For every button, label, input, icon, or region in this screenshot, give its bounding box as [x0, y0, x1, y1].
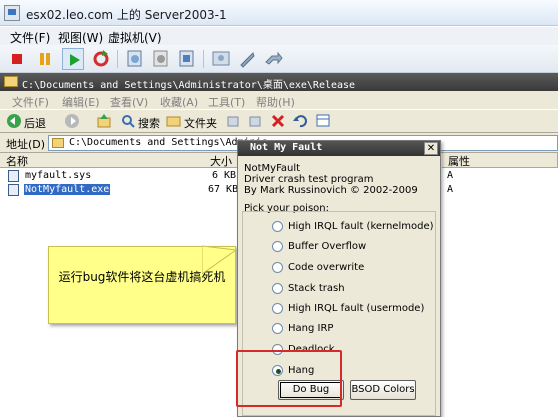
explorer-title-bar: C:\Documents and Settings\Administrator\… — [0, 73, 558, 91]
stop-icon — [12, 54, 22, 64]
explorer-menu-view[interactable]: 查看(V) — [110, 94, 148, 110]
power-off-button[interactable] — [6, 48, 28, 70]
note-tail — [202, 245, 238, 275]
column-header-attr[interactable]: 属性 — [442, 153, 558, 168]
sys-file-icon — [8, 170, 19, 182]
file-attr: A — [447, 170, 454, 181]
revert-icon — [153, 50, 168, 67]
explorer-menu-bar: 文件(F) 编辑(E) 查看(V) 收藏(A) 工具(T) 帮助(H) — [0, 91, 558, 109]
radio-icon — [272, 262, 283, 273]
console-menu-bar: 文件(F) 视图(W) 虚拟机(V) — [0, 27, 558, 45]
connect-floppy-button[interactable] — [236, 48, 258, 70]
copy-to-icon[interactable] — [248, 113, 264, 129]
delete-icon[interactable] — [270, 113, 286, 129]
console-title-bar: esx02.leo.com 上的 Server2003-1 — [0, 0, 558, 26]
folders-icon — [166, 116, 181, 127]
snapshot-manager-icon — [179, 50, 194, 67]
refresh-icon — [93, 50, 109, 67]
explorer-menu-favorites[interactable]: 收藏(A) — [160, 94, 198, 110]
play-icon — [70, 54, 80, 66]
menu-view[interactable]: 视图(W) — [58, 29, 103, 46]
folder-icon — [4, 76, 18, 87]
close-button[interactable]: ✕ — [424, 142, 438, 155]
file-attr: A — [447, 184, 454, 195]
highlight-box — [236, 350, 342, 407]
undo-icon[interactable] — [292, 113, 308, 129]
back-button[interactable]: 后退 — [24, 115, 46, 131]
vm-console-icon — [4, 5, 20, 21]
reset-button[interactable] — [90, 48, 112, 70]
column-header-size[interactable]: 大小 — [210, 153, 237, 168]
explorer-toolbar: 后退 搜索 文件夹 — [0, 109, 558, 133]
radio-icon — [272, 323, 283, 334]
cd-icon — [212, 51, 230, 66]
snapshot-icon — [127, 50, 142, 67]
revert-snapshot-button[interactable] — [150, 48, 172, 70]
app-author: By Mark Russinovich © 2002-2009 — [244, 185, 418, 196]
radio-icon — [272, 283, 283, 294]
search-icon — [122, 115, 135, 128]
power-on-button[interactable] — [62, 48, 84, 70]
wrench-icon — [240, 52, 255, 68]
radio-icon — [272, 303, 283, 314]
menu-file[interactable]: 文件(F) — [10, 29, 50, 46]
file-size: 67 KB — [208, 184, 237, 195]
network-icon — [265, 51, 283, 65]
explorer-menu-tools[interactable]: 工具(T) — [208, 94, 245, 110]
search-button[interactable]: 搜索 — [138, 115, 160, 131]
pause-icon — [40, 53, 44, 65]
file-size: 6 KB — [212, 170, 237, 181]
address-label: 地址(D) — [6, 138, 46, 151]
up-folder-icon[interactable] — [96, 113, 112, 129]
explorer-menu-edit[interactable]: 编辑(E) — [62, 94, 100, 110]
back-arrow-icon — [7, 114, 21, 128]
snapshot-manager-button[interactable] — [176, 48, 198, 70]
snapshot-button[interactable] — [124, 48, 146, 70]
move-to-icon[interactable] — [226, 113, 242, 129]
explorer-menu-help[interactable]: 帮助(H) — [256, 94, 295, 110]
bsod-colors-button[interactable]: BSOD Colors — [350, 380, 416, 400]
network-button[interactable] — [262, 48, 284, 70]
explorer-title: C:\Documents and Settings\Administrator\… — [22, 80, 356, 91]
folder-icon — [52, 138, 64, 148]
column-header-name[interactable]: 名称 — [0, 153, 237, 168]
radio-icon — [272, 221, 283, 232]
explorer-menu-file[interactable]: 文件(F) — [12, 94, 49, 110]
radio-icon — [272, 241, 283, 252]
menu-vm[interactable]: 虚拟机(V) — [108, 29, 162, 46]
dialog-title-bar: Not My Fault — [238, 141, 440, 156]
views-icon[interactable] — [316, 113, 334, 129]
folders-button[interactable]: 文件夹 — [184, 115, 217, 131]
console-toolbar — [0, 45, 558, 73]
forward-arrow-icon[interactable] — [64, 113, 80, 129]
console-title: esx02.leo.com 上的 Server2003-1 — [26, 8, 227, 22]
dialog-title: Not My Fault — [250, 142, 323, 153]
suspend-button[interactable] — [34, 48, 56, 70]
connect-cd-button[interactable] — [210, 48, 232, 70]
exe-file-icon — [8, 184, 19, 196]
